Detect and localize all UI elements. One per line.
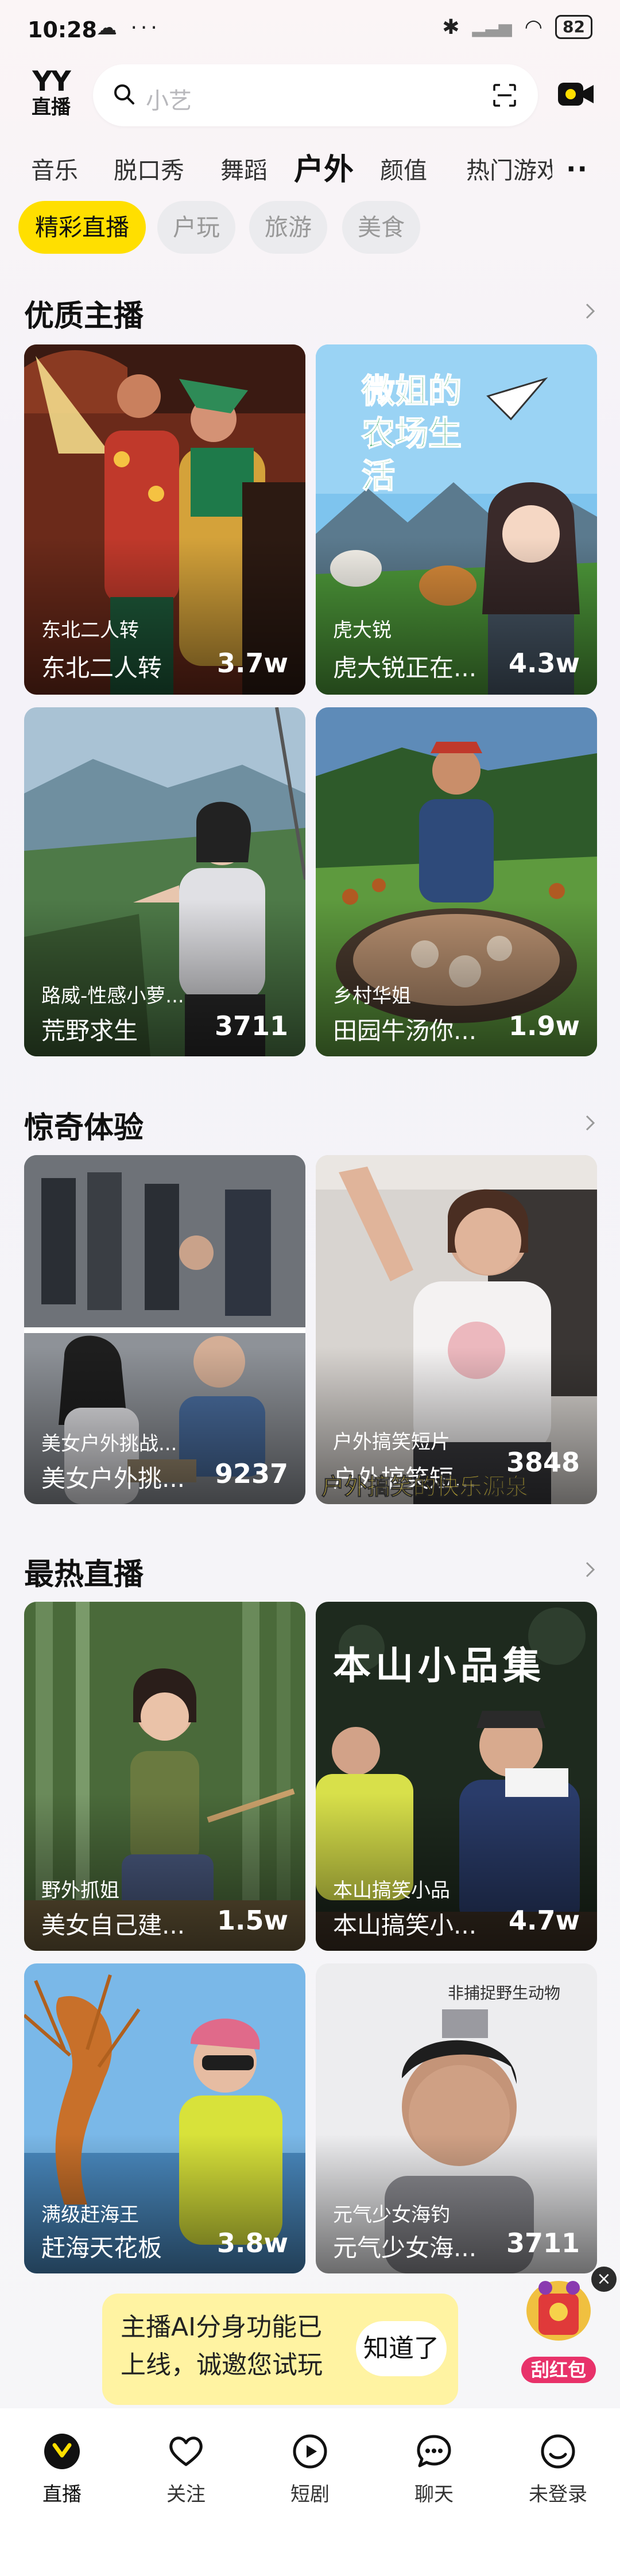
live-card[interactable]: 微姐的农场生活 虎大锐 虎大锐正在... 4.3w [316,344,597,695]
viewer-count: 3711 [506,2228,580,2259]
card-tag: 野外抓姐 [41,1879,119,1902]
live-card[interactable]: 野外抓姐 美女自己建... 1.5w [24,1602,305,1951]
category-tabs: 音乐 脱口秀 舞蹈 户外 颜值 热门游戏 ·· [0,141,620,192]
status-bar: 10:28 ☁ ··· ✱ ▂▃▅ ◠ 82 [0,0,620,60]
card-tag: 户外搞笑短片 [333,1431,450,1454]
live-card[interactable]: 户外搞笑短片 户外搞笑短... 户外搞笑的快乐源泉 3848 [316,1155,597,1504]
chip-travel[interactable]: 旅游 [249,201,327,254]
chip-food[interactable]: 美食 [342,201,420,254]
card-tag: 东北二人转 [41,619,139,642]
chevron-right-icon[interactable] [580,1559,600,1580]
ai-avatar-toast: 主播AI分身功能已上线，诚邀您试玩 知道了 [102,2294,458,2405]
app-logo[interactable]: YY 直播 [25,68,77,117]
nav-live[interactable]: 直播 [28,2431,96,2507]
viewer-count: 3711 [214,1010,288,1041]
chat-icon [417,2435,451,2467]
nav-label: 短剧 [290,2483,330,2506]
card-tag: 虎大锐 [333,619,392,642]
card-tag: 元气少女海钓 [333,2203,450,2226]
nav-label: 聊天 [414,2483,454,2506]
card-tag: 本山搞笑小品 [333,1879,450,1902]
live-card[interactable]: 路威-性感小萝... 荒野求生 3711 [24,707,305,1056]
scan-icon[interactable] [492,83,517,108]
card-title: 荒野求生 [41,1017,138,1045]
viewer-count: 3.8w [217,2228,288,2259]
status-notification-icons: ☁ ··· [96,16,161,40]
live-card[interactable]: 乡村华姐 田园牛汤你... 1.9w [316,707,597,1056]
toast-message: 主播AI分身功能已上线，诚邀您试玩 [121,2312,323,2380]
viewer-count: 4.7w [509,1905,580,1936]
viewer-count: 1.9w [509,1010,580,1041]
logo-mark: YY [32,65,71,98]
card-title: 虎大锐正在... [333,654,477,682]
card-tag: 路威-性感小萝... [41,985,184,1008]
nav-label: 未登录 [529,2483,587,2506]
live-card[interactable]: 本山小品集 本山搞笑小品 本山搞笑小... 4.7w [316,1602,597,1951]
overlay-title: 微姐的农场生活 [361,371,462,496]
viewer-count: 4.3w [509,648,580,679]
live-card[interactable]: 东北二人转 东北二人转 3.7w [24,344,305,695]
status-time: 10:28 [28,17,97,42]
search-placeholder: 小艺 [146,88,192,114]
viewer-count: 3.7w [217,648,288,679]
chevron-right-icon[interactable] [580,301,600,321]
profile-icon [541,2434,575,2469]
section-title-hottest-live: 最热直播 [24,1558,144,1592]
card-tag: 乡村华姐 [333,985,411,1008]
card-title: 元气少女海... [333,2234,477,2262]
card-title: 本山搞笑小... [333,1911,477,1939]
chip-featured-live[interactable]: 精彩直播 [18,201,146,254]
card-title: 赶海天花板 [41,2234,162,2262]
play-icon [293,2434,327,2469]
tab-outdoor[interactable]: 户外 [294,145,354,188]
battery-indicator: 82 [555,15,592,39]
red-envelope-icon [526,2281,591,2341]
chevron-right-icon[interactable] [580,1113,600,1133]
section-title-quality-hosts: 优质主播 [24,299,144,334]
scratch-red-envelope-widget[interactable]: 刮红包 [516,2271,602,2385]
nav-follow[interactable]: 关注 [152,2431,220,2507]
search-input[interactable]: 小艺 [93,64,538,126]
viewer-count: 1.5w [217,1905,288,1936]
wifi-icon: ◠ [524,15,543,39]
live-home-icon [44,2434,80,2469]
card-title: 东北二人转 [41,654,162,682]
tab-music[interactable]: 音乐 [31,151,78,185]
go-live-camera-icon[interactable] [557,77,595,111]
search-icon [114,84,134,104]
viewer-count: 9237 [214,1458,288,1489]
card-title: 田园牛汤你... [333,1017,477,1045]
overlay-title: 非捕捉野生动物 [448,1984,561,2002]
chip-outdoor-play[interactable]: 户玩 [157,201,235,254]
bluetooth-icon: ✱ [442,15,460,39]
card-tag: 美女户外挑战... [41,1432,177,1455]
nav-chat[interactable]: 聊天 [400,2431,468,2507]
section-title-surprise-experience: 惊奇体验 [24,1111,144,1145]
status-system-icons: ✱ ▂▃▅ ◠ 82 [442,15,592,39]
tab-dance[interactable]: 舞蹈 [220,151,268,185]
nav-short-drama[interactable]: 短剧 [276,2431,344,2507]
more-tabs-icon[interactable]: ·· [566,153,588,184]
close-icon[interactable]: × [591,2267,617,2292]
signal-icon: ▂▃▅ [472,17,512,37]
nav-label: 直播 [42,2483,82,2506]
tab-hot-games[interactable]: 热门游戏 [466,151,552,185]
viewer-count: 3848 [506,1447,580,1478]
card-title: 美女户外挑... [41,1465,185,1493]
card-title: 美女自己建... [41,1911,185,1939]
logo-text: 直播 [32,96,71,119]
tab-looks[interactable]: 颜值 [380,151,427,185]
toast-dismiss-button[interactable]: 知道了 [356,2321,447,2376]
overlay-title: 本山小品集 [333,1644,545,1688]
live-card[interactable]: 美女户外挑战... 美女户外挑... 9237 [24,1155,305,1504]
bottom-nav: 直播 关注 短剧 聊天 未登录 [0,2408,620,2576]
live-card[interactable]: 满级赶海王 赶海天花板 3.8w [24,1963,305,2273]
live-card[interactable]: 非捕捉野生动物 元气少女海钓 元气少女海... 3711 [316,1963,597,2273]
nav-label: 关注 [166,2483,206,2506]
card-tag: 满级赶海王 [41,2203,139,2226]
tab-talk-show[interactable]: 脱口秀 [114,151,184,185]
nav-profile[interactable]: 未登录 [524,2431,592,2507]
red-envelope-label: 刮红包 [521,2357,596,2383]
heart-icon [169,2436,203,2466]
